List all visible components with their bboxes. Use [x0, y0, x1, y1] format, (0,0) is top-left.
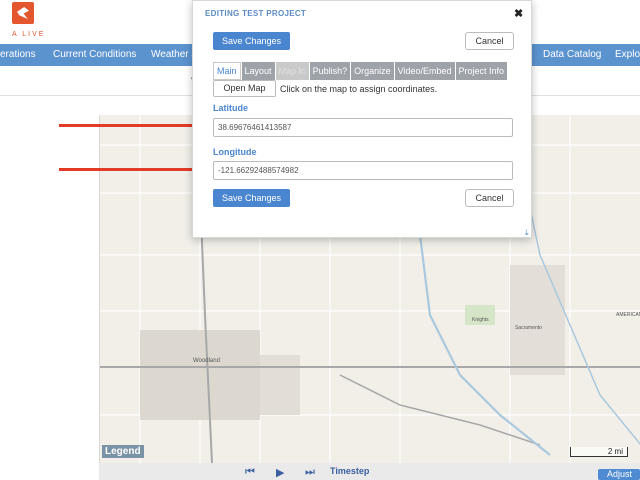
play-icon[interactable]: ▶	[276, 466, 284, 479]
save-changes-button-top[interactable]: Save Changes	[213, 32, 290, 50]
latitude-arrow	[59, 124, 196, 127]
longitude-input[interactable]	[213, 161, 513, 180]
open-map-button[interactable]: Open Map	[213, 80, 276, 97]
latitude-label: Latitude	[213, 103, 248, 113]
logo-bird-icon[interactable]	[12, 2, 34, 24]
tab-video-embed[interactable]: Video/Embed	[394, 62, 455, 80]
logo-text: A LIVE	[12, 31, 46, 38]
skip-forward-icon[interactable]: ⏭	[305, 466, 315, 479]
nav-item-weather[interactable]: Weather a	[151, 49, 197, 60]
edit-project-modal: EDITING TEST PROJECT ✖ Save Changes Canc…	[192, 0, 532, 238]
longitude-arrow	[59, 168, 196, 171]
tab-main[interactable]: Main	[213, 62, 241, 80]
nav-item-operations[interactable]: erations	[0, 49, 36, 60]
tab-map-icon[interactable]: Map Ic	[275, 62, 309, 80]
nav-item-data-catalog[interactable]: Data Catalog	[543, 49, 601, 60]
timestep-label: Timestep	[330, 466, 370, 476]
place-label-airport: Sacramento	[515, 325, 542, 331]
nav-item-current-conditions[interactable]: Current Conditions	[53, 49, 136, 60]
legend-button[interactable]: Legend	[102, 445, 144, 458]
modal-tabs: Main Layout Map Ic Publish? Organize Vid…	[213, 62, 508, 80]
nav-item-explore[interactable]: Explor	[615, 49, 640, 60]
cancel-button-top[interactable]: Cancel	[465, 32, 514, 50]
cancel-button-bottom[interactable]: Cancel	[465, 189, 514, 207]
download-icon[interactable]: ⤓	[525, 228, 529, 238]
latitude-input[interactable]	[213, 118, 513, 137]
save-changes-button-bottom[interactable]: Save Changes	[213, 189, 290, 207]
tab-layout[interactable]: Layout	[241, 62, 275, 80]
timeline-player: ⏮ ▶ ⏭ Timestep	[99, 463, 640, 480]
map-hint-text: Click on the map to assign coordinates.	[280, 84, 438, 94]
tab-project-info[interactable]: Project Info	[455, 62, 508, 80]
longitude-label: Longitude	[213, 147, 257, 157]
adjust-button[interactable]: Adjust	[598, 469, 640, 480]
place-label-woodland: Woodland	[193, 358, 220, 364]
close-icon[interactable]: ✖	[514, 7, 523, 20]
modal-title: EDITING TEST PROJECT	[205, 9, 307, 18]
map-scale: 2 mi	[570, 447, 628, 457]
tab-organize[interactable]: Organize	[351, 62, 394, 80]
tab-publish[interactable]: Publish?	[309, 62, 351, 80]
skip-back-icon[interactable]: ⏮	[245, 466, 255, 479]
place-label-knights: Knights	[472, 317, 489, 323]
place-label-american: AMERICAN	[616, 312, 640, 318]
